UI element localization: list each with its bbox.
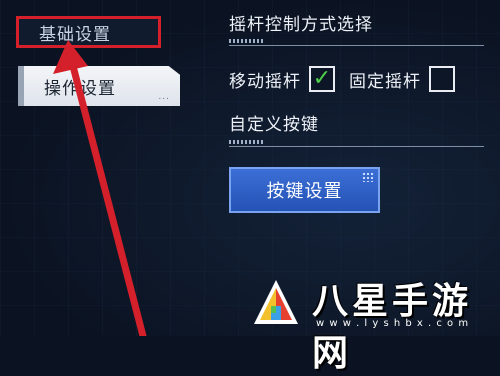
- watermark: 八星手游网 w w w . l y s h b x . c o m: [246, 270, 496, 374]
- watermark-url: w w w . l y s h b x . c o m: [316, 318, 470, 329]
- watermark-logo: [254, 280, 298, 324]
